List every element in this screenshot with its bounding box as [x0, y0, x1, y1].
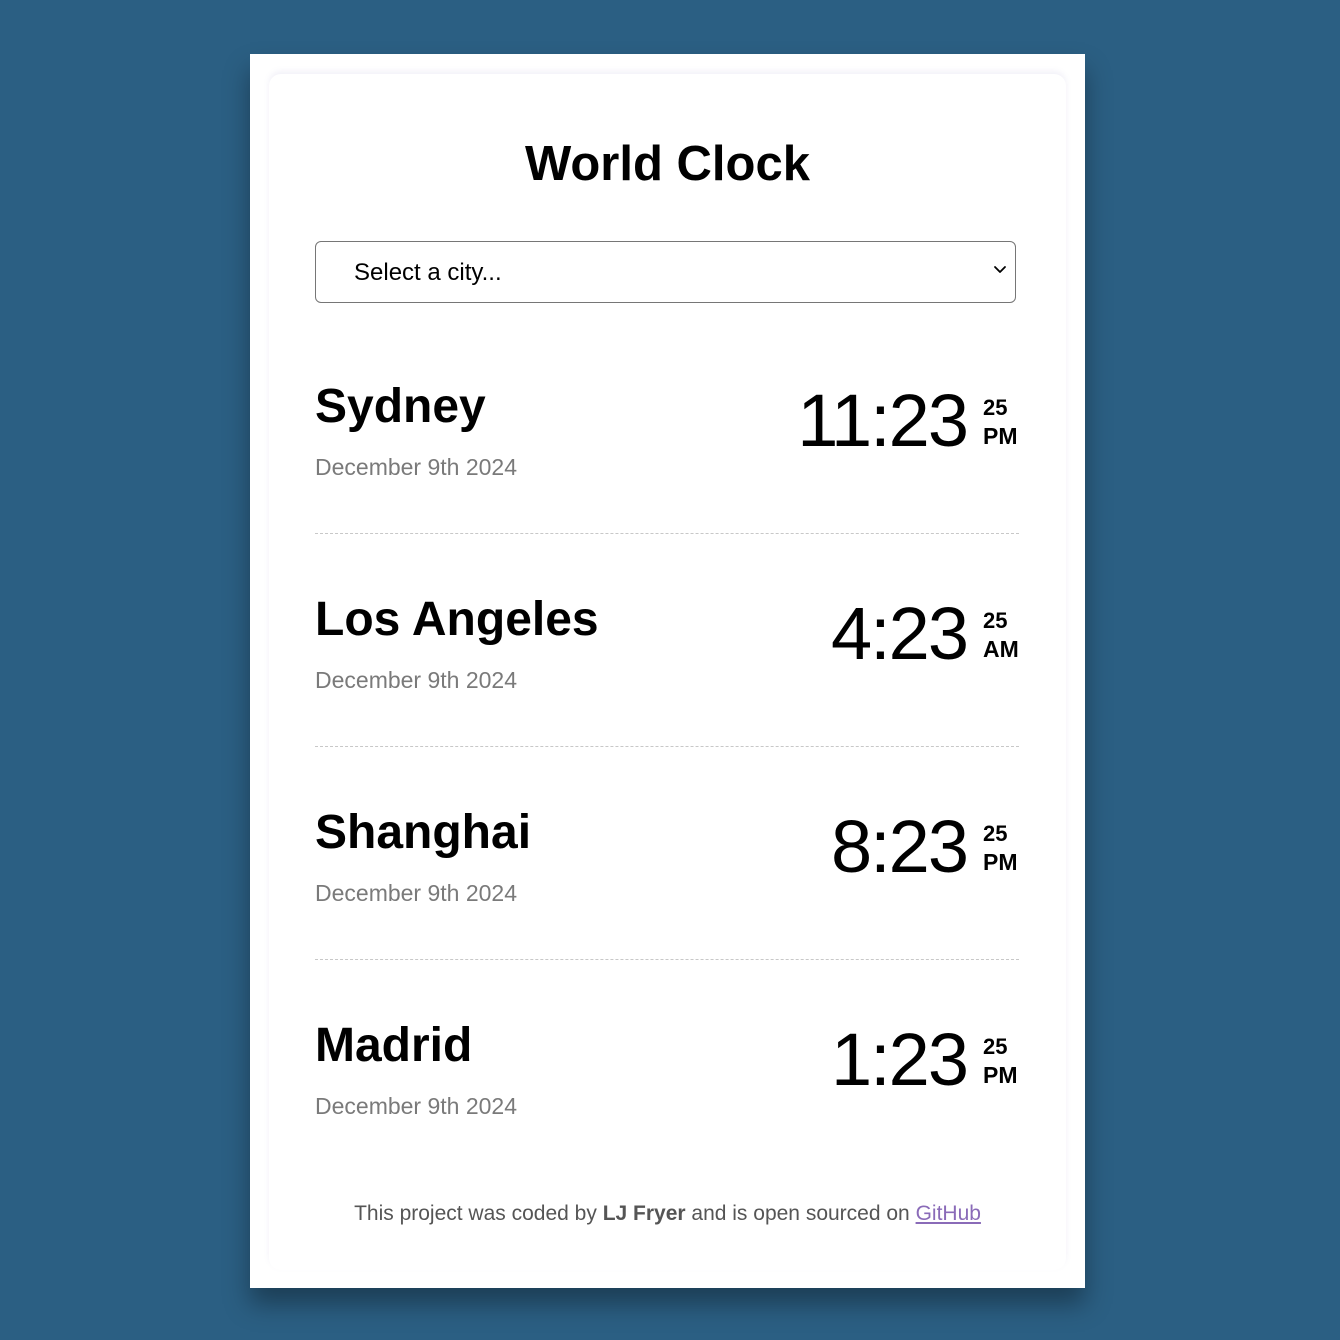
footer-middle: and is open sourced on: [685, 1202, 916, 1225]
city-name: Shanghai: [315, 806, 532, 859]
city-name: Sydney: [315, 380, 486, 433]
chevron-down-icon: [994, 266, 1006, 273]
city-row: Madrid December 9th 2024 1:23 25 PM: [315, 1018, 1019, 1231]
city-seconds: 25: [983, 1034, 1008, 1059]
divider: [315, 533, 1019, 534]
github-link[interactable]: GitHub: [916, 1202, 981, 1225]
city-row: Sydney December 9th 2024 11:23 25 PM: [315, 379, 1019, 592]
footer-prefix: This project was coded by: [354, 1202, 603, 1225]
city-time: 1:23: [830, 1018, 969, 1101]
footer: This project was coded by LJ Fryer and i…: [269, 1201, 1066, 1227]
city-row: Los Angeles December 9th 2024 4:23 25 AM: [315, 592, 1019, 805]
city-name: Madrid: [315, 1019, 473, 1072]
city-ampm: PM: [983, 423, 1018, 449]
divider: [315, 959, 1019, 960]
city-row: Shanghai December 9th 2024 8:23 25 PM: [315, 805, 1019, 1018]
city-name: Los Angeles: [315, 593, 599, 646]
footer-author: LJ Fryer: [602, 1202, 686, 1225]
city-ampm: PM: [983, 849, 1018, 875]
app-card: World Clock Select a city... Sydney Dece…: [250, 54, 1085, 1288]
city-seconds: 25: [983, 821, 1008, 846]
city-date: December 9th 2024: [315, 667, 518, 693]
city-date: December 9th 2024: [315, 1093, 518, 1119]
divider: [315, 746, 1019, 747]
page-title: World Clock: [525, 137, 810, 191]
city-date: December 9th 2024: [315, 880, 518, 906]
city-time: 8:23: [830, 805, 969, 888]
city-date: December 9th 2024: [315, 454, 518, 480]
city-select[interactable]: Select a city...: [315, 241, 1016, 303]
city-select-value: Select a city...: [354, 259, 502, 286]
city-seconds: 25: [983, 395, 1008, 420]
city-time: 11:23: [797, 379, 969, 462]
city-ampm: PM: [983, 1062, 1018, 1088]
city-seconds: 25: [983, 608, 1008, 633]
city-time: 4:23: [830, 592, 969, 675]
clock-container: World Clock Select a city... Sydney Dece…: [269, 74, 1066, 1270]
city-ampm: AM: [983, 636, 1019, 662]
